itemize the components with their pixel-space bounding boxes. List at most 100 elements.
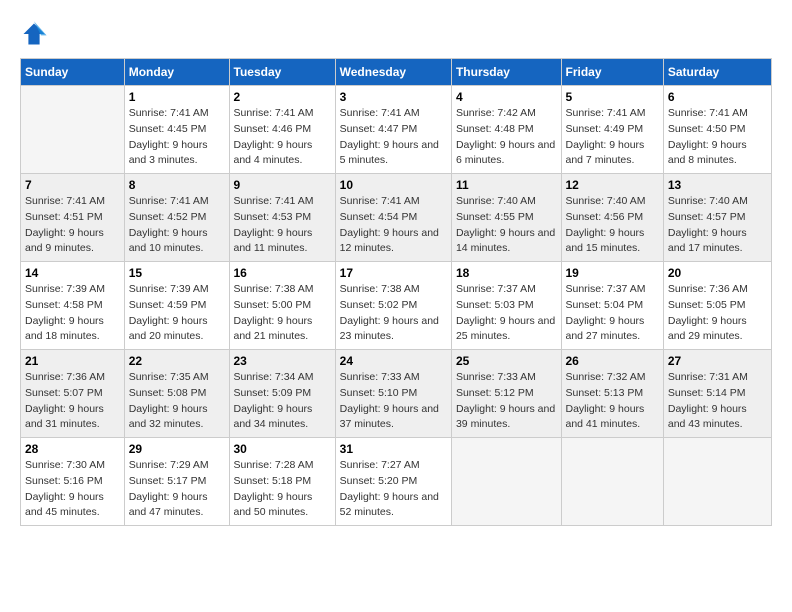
day-number: 8 bbox=[129, 178, 225, 192]
day-number: 3 bbox=[340, 90, 447, 104]
day-info: Sunrise: 7:37 AMSunset: 5:04 PMDaylight:… bbox=[566, 282, 659, 345]
day-info: Sunrise: 7:36 AMSunset: 5:05 PMDaylight:… bbox=[668, 282, 767, 345]
day-info: Sunrise: 7:34 AMSunset: 5:09 PMDaylight:… bbox=[234, 370, 331, 433]
day-cell: 22 Sunrise: 7:35 AMSunset: 5:08 PMDayligh… bbox=[124, 350, 229, 438]
day-cell: 24 Sunrise: 7:33 AMSunset: 5:10 PMDayligh… bbox=[335, 350, 451, 438]
day-number: 25 bbox=[456, 354, 557, 368]
header bbox=[20, 20, 772, 48]
day-number: 26 bbox=[566, 354, 659, 368]
day-info: Sunrise: 7:33 AMSunset: 5:10 PMDaylight:… bbox=[340, 370, 447, 433]
day-cell: 26 Sunrise: 7:32 AMSunset: 5:13 PMDayligh… bbox=[561, 350, 663, 438]
day-cell: 17Sunrise: 7:38 AMSunset: 5:02 PMDayligh… bbox=[335, 262, 451, 350]
day-info: Sunrise: 7:30 AMSunset: 5:16 PMDaylight:… bbox=[25, 458, 120, 521]
day-number: 29 bbox=[129, 442, 225, 456]
day-info: Sunrise: 7:41 AMSunset: 4:45 PMDaylight:… bbox=[129, 106, 225, 169]
day-cell: 11 Sunrise: 7:40 AMSunset: 4:55 PMDayligh… bbox=[451, 174, 561, 262]
day-cell: 19 Sunrise: 7:37 AMSunset: 5:04 PMDayligh… bbox=[561, 262, 663, 350]
day-info: Sunrise: 7:40 AMSunset: 4:57 PMDaylight:… bbox=[668, 194, 767, 257]
week-row-1: 1 Sunrise: 7:41 AMSunset: 4:45 PMDaylight… bbox=[21, 86, 772, 174]
day-cell: 18Sunrise: 7:37 AMSunset: 5:03 PMDayligh… bbox=[451, 262, 561, 350]
day-info: Sunrise: 7:31 AMSunset: 5:14 PMDaylight:… bbox=[668, 370, 767, 433]
day-info: Sunrise: 7:41 AMSunset: 4:46 PMDaylight:… bbox=[234, 106, 331, 169]
day-info: Sunrise: 7:29 AMSunset: 5:17 PMDaylight:… bbox=[129, 458, 225, 521]
day-number: 30 bbox=[234, 442, 331, 456]
day-cell: 30Sunrise: 7:28 AMSunset: 5:18 PMDayligh… bbox=[229, 438, 335, 526]
day-cell: 28 Sunrise: 7:30 AMSunset: 5:16 PMDayligh… bbox=[21, 438, 125, 526]
day-info: Sunrise: 7:41 AMSunset: 4:52 PMDaylight:… bbox=[129, 194, 225, 257]
day-info: Sunrise: 7:41 AMSunset: 4:53 PMDaylight:… bbox=[234, 194, 331, 257]
day-info: Sunrise: 7:41 AMSunset: 4:47 PMDaylight:… bbox=[340, 106, 447, 169]
day-cell: 23 Sunrise: 7:34 AMSunset: 5:09 PMDayligh… bbox=[229, 350, 335, 438]
header-cell-saturday: Saturday bbox=[663, 59, 771, 86]
day-cell: 9 Sunrise: 7:41 AMSunset: 4:53 PMDaylight… bbox=[229, 174, 335, 262]
logo-icon bbox=[20, 20, 48, 48]
day-number: 14 bbox=[25, 266, 120, 280]
day-number: 20 bbox=[668, 266, 767, 280]
week-row-3: 14 Sunrise: 7:39 AMSunset: 4:58 PMDayligh… bbox=[21, 262, 772, 350]
day-number: 23 bbox=[234, 354, 331, 368]
day-info: Sunrise: 7:40 AMSunset: 4:55 PMDaylight:… bbox=[456, 194, 557, 257]
day-cell: 31 Sunrise: 7:27 AMSunset: 5:20 PMDayligh… bbox=[335, 438, 451, 526]
day-info: Sunrise: 7:36 AMSunset: 5:07 PMDaylight:… bbox=[25, 370, 120, 433]
day-info: Sunrise: 7:39 AMSunset: 4:58 PMDaylight:… bbox=[25, 282, 120, 345]
day-cell: 27 Sunrise: 7:31 AMSunset: 5:14 PMDayligh… bbox=[663, 350, 771, 438]
header-cell-thursday: Thursday bbox=[451, 59, 561, 86]
day-cell: 3 Sunrise: 7:41 AMSunset: 4:47 PMDaylight… bbox=[335, 86, 451, 174]
day-number: 15 bbox=[129, 266, 225, 280]
day-info: Sunrise: 7:27 AMSunset: 5:20 PMDaylight:… bbox=[340, 458, 447, 521]
day-number: 27 bbox=[668, 354, 767, 368]
logo bbox=[20, 20, 52, 48]
header-cell-tuesday: Tuesday bbox=[229, 59, 335, 86]
day-number: 28 bbox=[25, 442, 120, 456]
header-cell-wednesday: Wednesday bbox=[335, 59, 451, 86]
day-cell bbox=[21, 86, 125, 174]
header-cell-sunday: Sunday bbox=[21, 59, 125, 86]
day-number: 6 bbox=[668, 90, 767, 104]
header-cell-monday: Monday bbox=[124, 59, 229, 86]
day-info: Sunrise: 7:41 AMSunset: 4:50 PMDaylight:… bbox=[668, 106, 767, 169]
day-cell: 6 Sunrise: 7:41 AMSunset: 4:50 PMDaylight… bbox=[663, 86, 771, 174]
day-info: Sunrise: 7:35 AMSunset: 5:08 PMDaylight:… bbox=[129, 370, 225, 433]
day-number: 19 bbox=[566, 266, 659, 280]
day-number: 9 bbox=[234, 178, 331, 192]
day-number: 7 bbox=[25, 178, 120, 192]
day-cell: 2 Sunrise: 7:41 AMSunset: 4:46 PMDaylight… bbox=[229, 86, 335, 174]
header-row: SundayMondayTuesdayWednesdayThursdayFrid… bbox=[21, 59, 772, 86]
day-cell: 21 Sunrise: 7:36 AMSunset: 5:07 PMDayligh… bbox=[21, 350, 125, 438]
calendar-header: SundayMondayTuesdayWednesdayThursdayFrid… bbox=[21, 59, 772, 86]
day-cell: 4Sunrise: 7:42 AMSunset: 4:48 PMDaylight… bbox=[451, 86, 561, 174]
day-info: Sunrise: 7:32 AMSunset: 5:13 PMDaylight:… bbox=[566, 370, 659, 433]
day-cell: 12 Sunrise: 7:40 AMSunset: 4:56 PMDayligh… bbox=[561, 174, 663, 262]
day-cell: 7 Sunrise: 7:41 AMSunset: 4:51 PMDaylight… bbox=[21, 174, 125, 262]
day-info: Sunrise: 7:37 AMSunset: 5:03 PMDaylight:… bbox=[456, 282, 557, 345]
day-info: Sunrise: 7:40 AMSunset: 4:56 PMDaylight:… bbox=[566, 194, 659, 257]
day-cell bbox=[561, 438, 663, 526]
day-cell: 5Sunrise: 7:41 AMSunset: 4:49 PMDaylight… bbox=[561, 86, 663, 174]
day-number: 21 bbox=[25, 354, 120, 368]
week-row-2: 7 Sunrise: 7:41 AMSunset: 4:51 PMDaylight… bbox=[21, 174, 772, 262]
day-number: 12 bbox=[566, 178, 659, 192]
week-row-5: 28 Sunrise: 7:30 AMSunset: 5:16 PMDayligh… bbox=[21, 438, 772, 526]
day-info: Sunrise: 7:42 AMSunset: 4:48 PMDaylight:… bbox=[456, 106, 557, 169]
day-number: 2 bbox=[234, 90, 331, 104]
day-number: 11 bbox=[456, 178, 557, 192]
day-cell: 20 Sunrise: 7:36 AMSunset: 5:05 PMDayligh… bbox=[663, 262, 771, 350]
day-number: 24 bbox=[340, 354, 447, 368]
day-cell: 10Sunrise: 7:41 AMSunset: 4:54 PMDayligh… bbox=[335, 174, 451, 262]
day-number: 22 bbox=[129, 354, 225, 368]
day-cell bbox=[663, 438, 771, 526]
day-cell: 16Sunrise: 7:38 AMSunset: 5:00 PMDayligh… bbox=[229, 262, 335, 350]
day-info: Sunrise: 7:41 AMSunset: 4:51 PMDaylight:… bbox=[25, 194, 120, 257]
week-row-4: 21 Sunrise: 7:36 AMSunset: 5:07 PMDayligh… bbox=[21, 350, 772, 438]
calendar-body: 1 Sunrise: 7:41 AMSunset: 4:45 PMDaylight… bbox=[21, 86, 772, 526]
day-number: 13 bbox=[668, 178, 767, 192]
day-info: Sunrise: 7:41 AMSunset: 4:49 PMDaylight:… bbox=[566, 106, 659, 169]
day-number: 31 bbox=[340, 442, 447, 456]
day-number: 1 bbox=[129, 90, 225, 104]
day-cell: 25Sunrise: 7:33 AMSunset: 5:12 PMDayligh… bbox=[451, 350, 561, 438]
day-number: 10 bbox=[340, 178, 447, 192]
day-info: Sunrise: 7:38 AMSunset: 5:00 PMDaylight:… bbox=[234, 282, 331, 345]
day-cell: 14 Sunrise: 7:39 AMSunset: 4:58 PMDayligh… bbox=[21, 262, 125, 350]
day-cell bbox=[451, 438, 561, 526]
day-cell: 8 Sunrise: 7:41 AMSunset: 4:52 PMDaylight… bbox=[124, 174, 229, 262]
